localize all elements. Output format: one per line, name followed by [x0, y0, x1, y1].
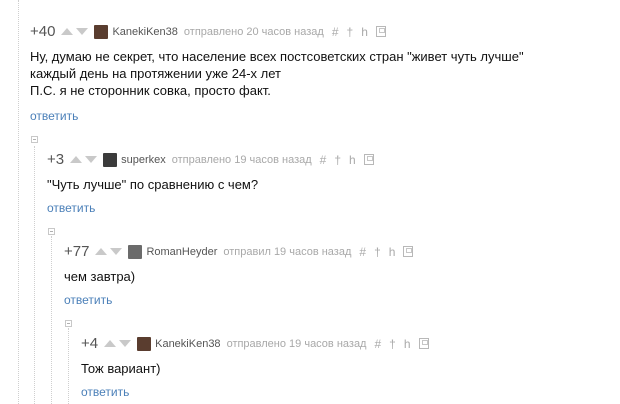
- parent-icon[interactable]: h: [361, 25, 368, 39]
- permalink-icon[interactable]: #: [320, 153, 327, 167]
- rating: +77: [64, 243, 90, 260]
- reply-link[interactable]: ответить: [30, 109, 78, 123]
- username[interactable]: RomanHeyder: [146, 246, 217, 258]
- parent-icon[interactable]: h: [349, 153, 356, 167]
- thread-line: [68, 328, 69, 404]
- reply-link[interactable]: ответить: [81, 385, 129, 399]
- comment-header: +40 KanekiKen38 отправлено 20 часов наза…: [30, 23, 386, 40]
- comment-text: чем завтра): [64, 269, 136, 284]
- collapse-toggle[interactable]: [31, 136, 38, 143]
- timestamp: отправил 19 часов назад: [223, 245, 352, 258]
- thread-line: [51, 236, 52, 404]
- reply-link[interactable]: ответить: [47, 201, 95, 215]
- thread-line: [34, 146, 35, 404]
- username[interactable]: KanekiKen38: [112, 26, 177, 38]
- thread-line: [18, 0, 19, 404]
- timestamp: отправлено 19 часов назад: [226, 337, 367, 350]
- upvote-icon[interactable]: [95, 248, 108, 255]
- avatar[interactable]: [128, 244, 143, 259]
- permalink-icon[interactable]: #: [332, 25, 339, 39]
- username[interactable]: KanekiKen38: [155, 338, 220, 350]
- avatar[interactable]: [94, 24, 109, 39]
- save-icon[interactable]: [403, 246, 414, 257]
- collapse-toggle[interactable]: [65, 320, 72, 327]
- save-icon[interactable]: [418, 338, 429, 349]
- comment-header: +77 RomanHeyder отправил 19 часов назад …: [64, 243, 414, 260]
- downvote-icon[interactable]: [76, 28, 89, 35]
- upvote-icon[interactable]: [104, 340, 117, 347]
- pin-icon[interactable]: †: [347, 25, 354, 39]
- pin-icon[interactable]: †: [334, 153, 341, 167]
- downvote-icon[interactable]: [110, 248, 123, 255]
- avatar[interactable]: [103, 152, 118, 167]
- rating: +3: [47, 151, 65, 168]
- timestamp: отправлено 19 часов назад: [171, 153, 312, 166]
- upvote-icon[interactable]: [61, 28, 74, 35]
- save-icon[interactable]: [363, 154, 374, 165]
- save-icon[interactable]: [375, 26, 386, 37]
- rating: +40: [30, 23, 56, 40]
- pin-icon[interactable]: †: [374, 245, 381, 259]
- upvote-icon[interactable]: [70, 156, 83, 163]
- timestamp: отправлено 20 часов назад: [183, 25, 324, 38]
- comment-header: +3 superkex отправлено 19 часов назад # …: [47, 151, 374, 168]
- username[interactable]: superkex: [121, 154, 166, 166]
- downvote-icon[interactable]: [85, 156, 98, 163]
- comment-header: +4 KanekiKen38 отправлено 19 часов назад…: [81, 335, 429, 352]
- avatar[interactable]: [137, 336, 152, 351]
- comment-text: "Чуть лучше" по сравнению с чем?: [47, 177, 259, 192]
- pin-icon[interactable]: †: [389, 337, 396, 351]
- comment-text: Ну, думаю не секрет, что население всех …: [30, 49, 524, 98]
- permalink-icon[interactable]: #: [374, 337, 381, 351]
- comment-text: Тож вариант): [81, 361, 161, 376]
- rating: +4: [81, 335, 99, 352]
- reply-link[interactable]: ответить: [64, 293, 112, 307]
- collapse-toggle[interactable]: [48, 228, 55, 235]
- permalink-icon[interactable]: #: [359, 245, 366, 259]
- downvote-icon[interactable]: [119, 340, 132, 347]
- parent-icon[interactable]: h: [404, 337, 411, 351]
- parent-icon[interactable]: h: [389, 245, 396, 259]
